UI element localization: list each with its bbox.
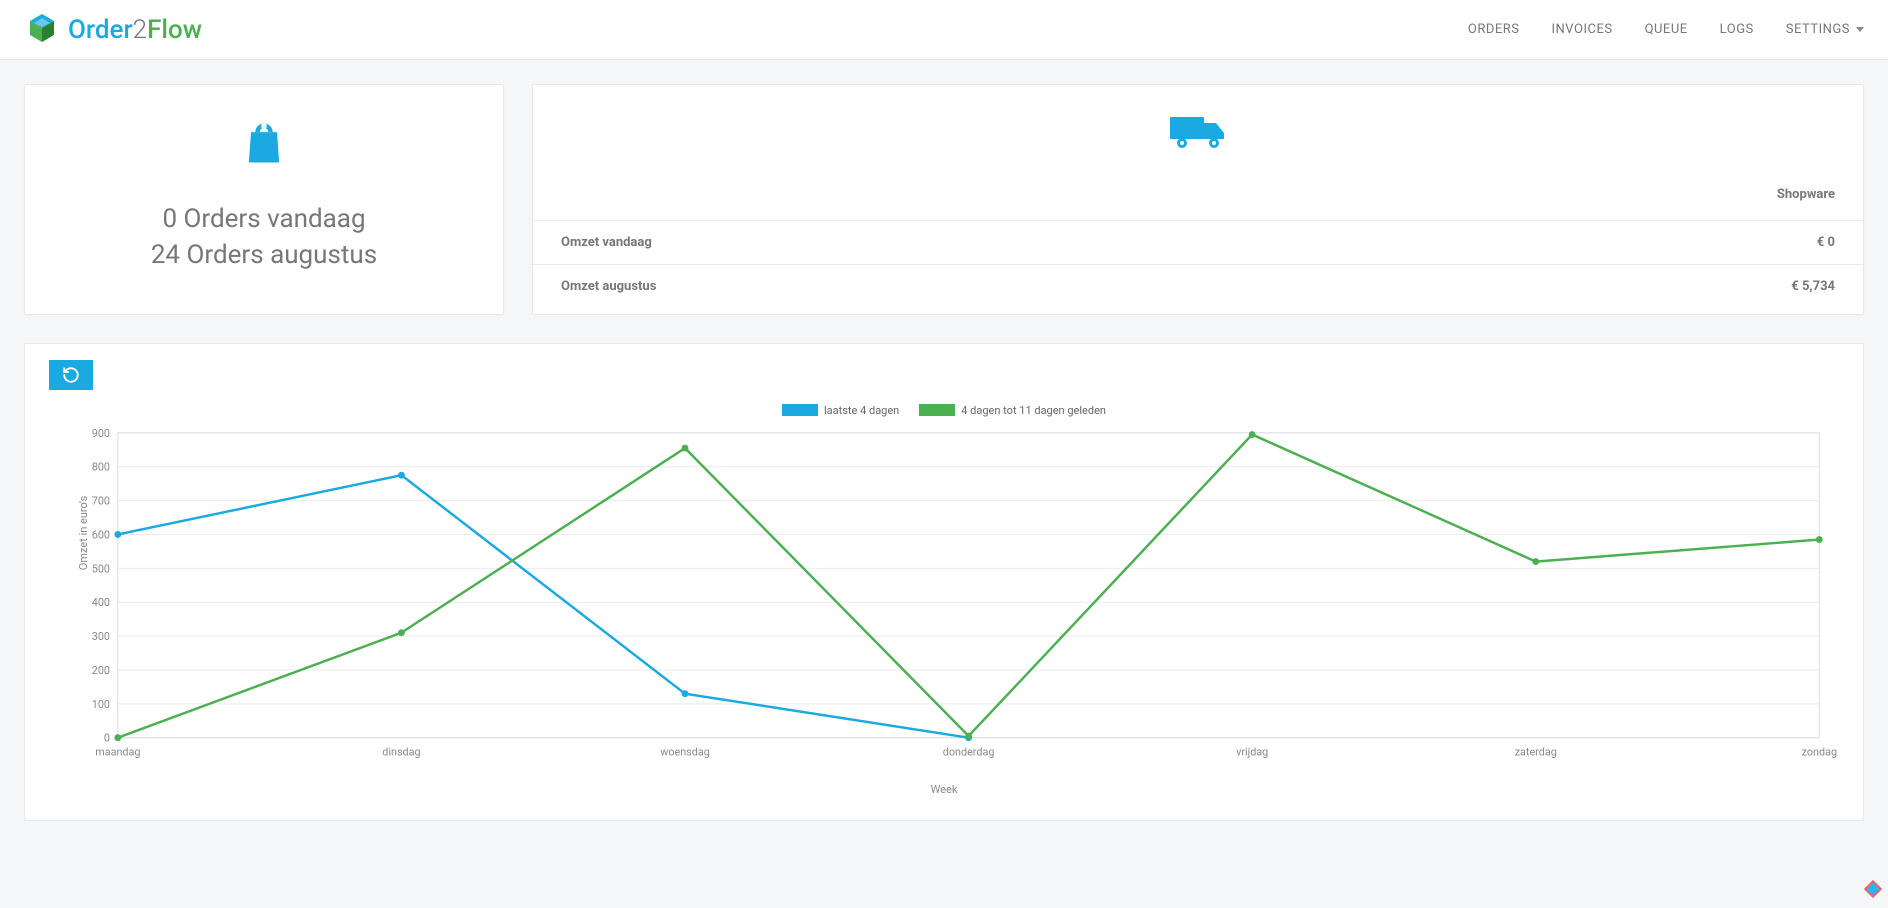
table-row: Omzet vandaag € 0 xyxy=(533,221,1863,265)
chart-area: laatste 4 dagen 4 dagen tot 11 dagen gele… xyxy=(49,404,1839,797)
refresh-button[interactable] xyxy=(49,360,93,390)
svg-text:100: 100 xyxy=(92,698,110,711)
assistant-badge-icon xyxy=(1862,878,1884,904)
nav-orders-label: ORDERS xyxy=(1468,22,1520,37)
svg-text:400: 400 xyxy=(92,596,110,609)
chart-legend: laatste 4 dagen 4 dagen tot 11 dagen gele… xyxy=(49,404,1839,420)
revenue-table: Omzet vandaag € 0 Omzet augustus € 5,734 xyxy=(533,220,1863,308)
nav-queue[interactable]: QUEUE xyxy=(1645,22,1688,37)
weekly-revenue-chart-panel: laatste 4 dagen 4 dagen tot 11 dagen gele… xyxy=(24,343,1864,822)
brand-text: Order2Flow xyxy=(68,15,202,45)
svg-text:donderdag: donderdag xyxy=(943,746,995,759)
brand-mark-icon xyxy=(24,12,60,48)
table-row: Omzet augustus € 5,734 xyxy=(533,265,1863,309)
svg-text:200: 200 xyxy=(92,664,110,677)
svg-text:300: 300 xyxy=(92,630,110,643)
svg-text:800: 800 xyxy=(92,461,110,474)
svg-text:500: 500 xyxy=(92,563,110,576)
svg-text:600: 600 xyxy=(92,529,110,542)
nav-logs[interactable]: LOGS xyxy=(1720,22,1754,37)
svg-text:700: 700 xyxy=(92,495,110,508)
revenue-row-label: Omzet vandaag xyxy=(533,221,1335,265)
svg-text:woensdag: woensdag xyxy=(660,746,710,759)
revenue-row-label: Omzet augustus xyxy=(533,265,1335,309)
legend-item[interactable]: laatste 4 dagen xyxy=(782,404,899,417)
svg-text:zaterdag: zaterdag xyxy=(1515,746,1557,759)
revenue-row-value: € 0 xyxy=(1335,221,1863,265)
nav-invoices[interactable]: INVOICES xyxy=(1552,22,1613,37)
svg-text:900: 900 xyxy=(92,427,110,440)
nav-orders[interactable]: ORDERS xyxy=(1468,22,1520,37)
legend-item[interactable]: 4 dagen tot 11 dagen geleden xyxy=(919,404,1106,417)
nav-invoices-label: INVOICES xyxy=(1552,22,1613,37)
svg-text:zondag: zondag xyxy=(1802,746,1837,759)
brand-logo[interactable]: Order2Flow xyxy=(24,12,202,48)
line-chart: 0 100 200 300 400 500 600 700 800 900 maandag dinsd… xyxy=(49,423,1839,777)
svg-text:maandag: maandag xyxy=(95,746,140,759)
nav-logs-label: LOGS xyxy=(1720,22,1754,37)
truck-icon xyxy=(533,85,1863,175)
y-axis-label: Omzet in euro's xyxy=(77,496,90,570)
topbar: Order2Flow ORDERS INVOICES QUEUE LOGS SE… xyxy=(0,0,1888,60)
nav-settings[interactable]: SETTINGS xyxy=(1786,22,1864,37)
orders-month-line: 24 Orders augustus xyxy=(49,237,479,273)
refresh-icon xyxy=(62,366,80,384)
svg-text:vrijdag: vrijdag xyxy=(1236,746,1268,759)
revenue-row-value: € 5,734 xyxy=(1335,265,1863,309)
main-nav: ORDERS INVOICES QUEUE LOGS SETTINGS xyxy=(1468,22,1864,37)
chevron-down-icon xyxy=(1856,27,1864,32)
revenue-card: Shopware Omzet vandaag € 0 Omzet augustu… xyxy=(532,84,1864,315)
x-axis-label: Week xyxy=(49,783,1839,796)
orders-today-line: 0 Orders vandaag xyxy=(49,201,479,237)
shopping-bag-icon xyxy=(49,117,479,173)
svg-text:dinsdag: dinsdag xyxy=(382,746,420,759)
nav-queue-label: QUEUE xyxy=(1645,22,1688,37)
nav-settings-label: SETTINGS xyxy=(1786,22,1850,37)
orders-today-card: 0 Orders vandaag 24 Orders augustus xyxy=(24,84,504,315)
shop-name: Shopware xyxy=(533,175,1863,220)
svg-text:0: 0 xyxy=(104,732,110,745)
